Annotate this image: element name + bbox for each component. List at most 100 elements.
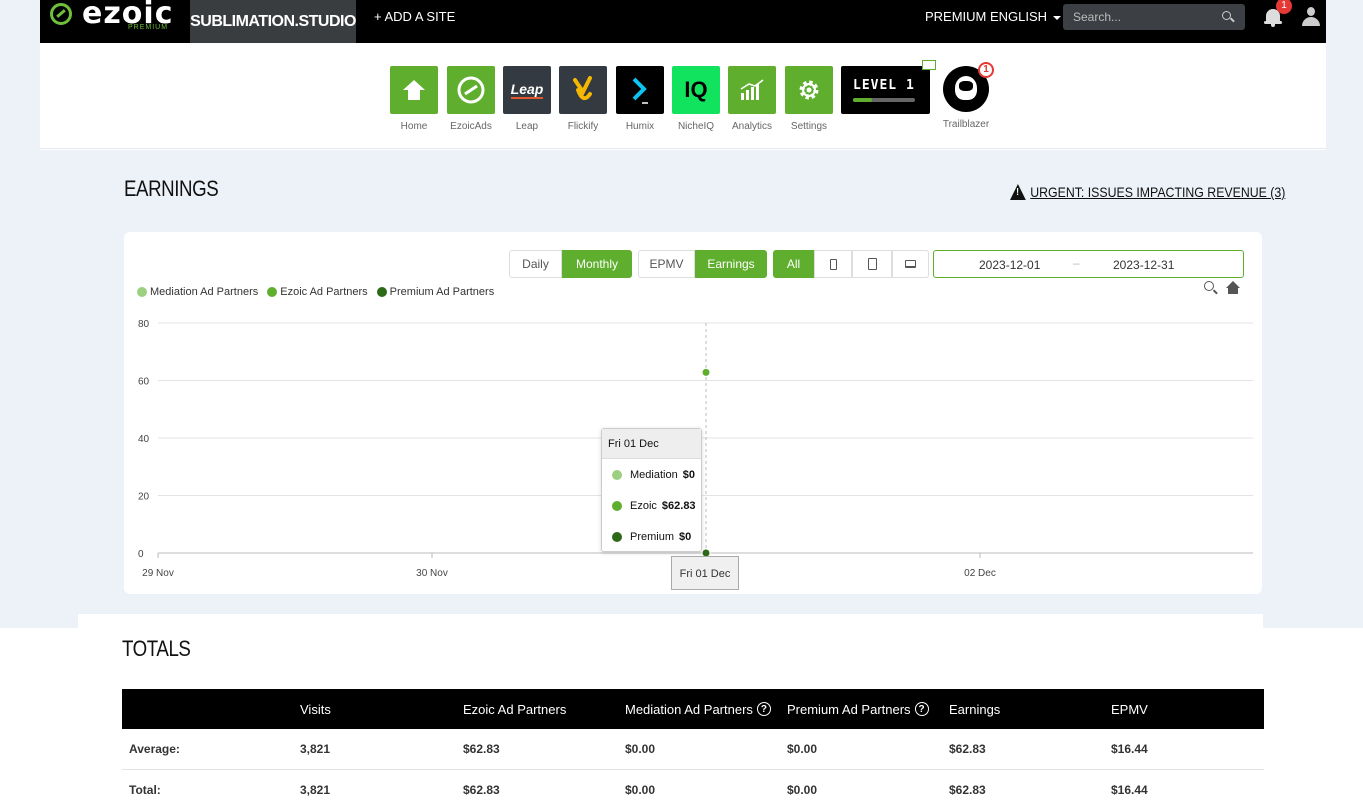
y-tick-label: 20 — [138, 492, 150, 503]
app-label: Trailblazer — [942, 119, 990, 130]
earnings-title: EARNINGS — [124, 176, 219, 201]
cell-visits: 3,821 — [300, 742, 331, 756]
flickify-icon — [559, 66, 607, 114]
premium-link[interactable]: PREMIUM — [925, 0, 986, 33]
search-icon[interactable] — [1222, 11, 1231, 20]
tooltip-dot — [612, 500, 622, 511]
level-text: LEVEL 1 — [853, 78, 915, 93]
x-tick-label: 02 Dec — [964, 568, 996, 579]
cell-premium: $0.00 — [787, 783, 818, 797]
tooltip-value: $0 — [679, 530, 692, 543]
totals-table: Visits Ezoic Ad Partners Mediation Ad Pa… — [122, 689, 1264, 810]
x-tick-label: 30 Nov — [416, 568, 448, 579]
header-label: Mediation Ad Partners — [625, 701, 753, 717]
tooltip-dot — [612, 469, 622, 480]
notification-badge: 1 — [1276, 0, 1292, 14]
epmv-button[interactable]: EPMV — [638, 250, 695, 278]
cell-visits: 3,821 — [300, 783, 331, 797]
cell-mediation: $0.00 — [625, 742, 656, 756]
app-ezoicads[interactable]: EzoicAds — [447, 66, 495, 132]
settings-icon — [785, 66, 833, 114]
help-icon[interactable]: ? — [914, 702, 929, 716]
app-nicheiq[interactable]: IQ NicheIQ — [672, 66, 720, 132]
legend-dot — [137, 287, 147, 297]
zoom-icon[interactable] — [1204, 281, 1214, 291]
warning-icon — [1010, 184, 1026, 200]
earnings-button[interactable]: Earnings — [695, 250, 767, 278]
logo-premium-label: PREMIUM — [128, 24, 169, 31]
tooltip-title: Fri 01 Dec — [602, 429, 701, 459]
y-tick-label: 60 — [138, 377, 150, 388]
daily-button[interactable]: Daily — [509, 250, 562, 278]
app-trailblazer[interactable]: 1 Trailblazer — [942, 62, 994, 130]
device-toggle: All — [773, 250, 929, 278]
header-label: Premium Ad Partners — [787, 701, 911, 717]
tooltip-row-mediation: Mediation $0 — [602, 459, 701, 490]
urgent-issues-text: URGENT: ISSUES IMPACTING REVENUE (3) — [1030, 184, 1286, 200]
legend-dot — [267, 287, 278, 297]
tooltip-label: Premium — [630, 530, 675, 543]
x-tick-label: 29 Nov — [142, 568, 174, 579]
app-label: Settings — [790, 121, 828, 132]
urgent-issues-link[interactable]: URGENT: ISSUES IMPACTING REVENUE (3) — [1010, 184, 1285, 200]
tablet-icon — [867, 258, 877, 270]
analytics-icon — [728, 66, 776, 114]
y-tick-label: 40 — [138, 434, 150, 445]
reset-zoom-home-icon[interactable] — [1226, 281, 1240, 294]
legend-label: Premium Ad Partners — [389, 286, 495, 298]
tooltip-row-ezoic: Ezoic $62.83 — [602, 490, 701, 521]
legend-label: Ezoic Ad Partners — [280, 286, 368, 298]
add-site-link[interactable]: + ADD A SITE — [374, 0, 455, 33]
all-devices-button[interactable]: All — [773, 250, 814, 278]
chart-legend: Mediation Ad Partners Ezoic Ad Partners … — [137, 286, 503, 298]
header-visits: Visits — [300, 701, 331, 717]
search-box — [1063, 4, 1245, 30]
table-row: Average: 3,821 $62.83 $0.00 $0.00 $62.83… — [122, 729, 1264, 770]
app-analytics[interactable]: Analytics — [728, 66, 776, 132]
ezoic-logo[interactable]: ezoic PREMIUM — [48, 0, 198, 43]
cell-ezoic: $62.83 — [463, 783, 500, 797]
app-flickify[interactable]: Flickify — [559, 66, 607, 132]
level-progress-bar — [853, 98, 915, 102]
chevron-down-icon — [1053, 15, 1062, 20]
language-label: ENGLISH — [990, 9, 1048, 24]
cell-ezoic: $62.83 — [463, 742, 500, 756]
site-selector-tab[interactable]: SUBLIMATION.STUDIO — [190, 0, 356, 43]
app-leap[interactable]: Leap Leap — [503, 66, 551, 132]
desktop-button[interactable] — [892, 250, 929, 278]
app-home[interactable]: Home — [390, 66, 438, 132]
legend-item-mediation[interactable]: Mediation Ad Partners — [137, 286, 258, 298]
period-toggle: Daily Monthly — [509, 250, 632, 278]
help-icon[interactable]: ? — [756, 702, 771, 716]
cell-premium: $0.00 — [787, 742, 818, 756]
mobile-button[interactable] — [814, 250, 852, 278]
legend-item-premium[interactable]: Premium Ad Partners — [376, 286, 495, 298]
header-mediation-ad-partners: Mediation Ad Partners? — [625, 689, 771, 729]
app-humix[interactable]: Humix — [616, 66, 664, 132]
monthly-button[interactable]: Monthly — [562, 250, 632, 278]
mail-icon[interactable] — [922, 60, 936, 70]
app-settings[interactable]: Settings — [785, 66, 833, 132]
search-input[interactable] — [1063, 4, 1213, 30]
top-navbar: ezoic PREMIUM SUBLIMATION.STUDIO + ADD A… — [40, 0, 1326, 43]
cell-epmv: $16.44 — [1111, 783, 1148, 797]
cell-epmv: $16.44 — [1111, 742, 1148, 756]
ezoic-logo-icon — [50, 3, 72, 25]
totals-title: TOTALS — [122, 636, 191, 661]
metric-toggle: EPMV Earnings — [638, 250, 767, 278]
legend-item-ezoic[interactable]: Ezoic Ad Partners — [267, 286, 368, 298]
tooltip-label: Mediation — [630, 468, 678, 481]
x-axis-hover-label: Fri 01 Dec — [671, 556, 739, 590]
row-label: Average: — [129, 742, 180, 756]
level-badge[interactable]: LEVEL 1 — [841, 60, 936, 114]
user-icon[interactable] — [1302, 7, 1320, 27]
date-start[interactable]: 2023-12-01 — [979, 258, 1040, 272]
page-background-right — [1326, 0, 1363, 628]
page-background-left — [0, 0, 40, 628]
date-range-picker[interactable]: 2023-12-01 – 2023-12-31 — [933, 250, 1244, 278]
apps-bar: Home EzoicAds Leap Leap Flickify Humix I… — [40, 43, 1326, 149]
language-dropdown[interactable]: ENGLISH — [990, 0, 1062, 33]
tablet-button[interactable] — [852, 250, 892, 278]
date-end[interactable]: 2023-12-31 — [1113, 258, 1174, 272]
table-row: Total: 3,821 $62.83 $0.00 $0.00 $62.83 $… — [122, 770, 1264, 810]
